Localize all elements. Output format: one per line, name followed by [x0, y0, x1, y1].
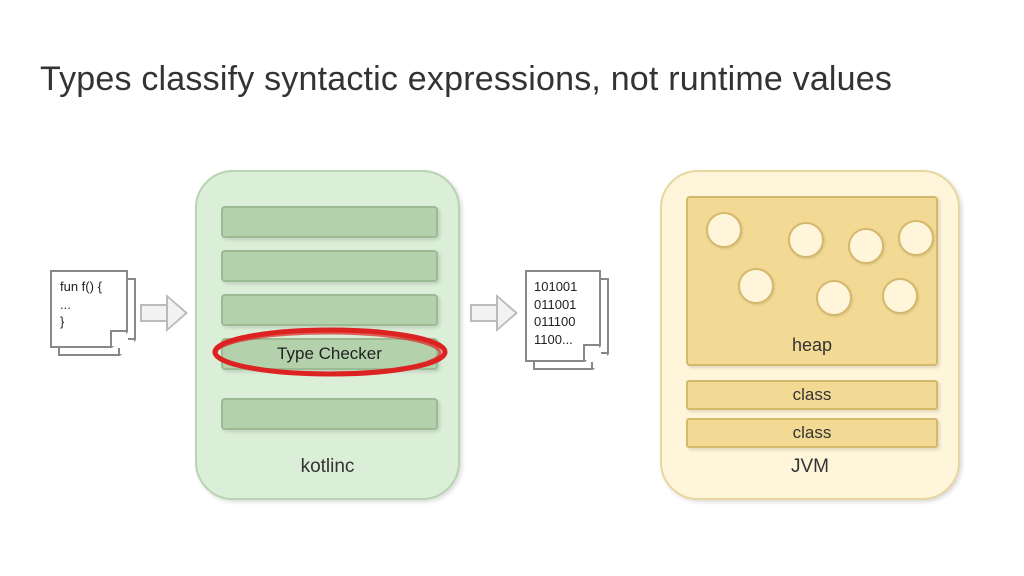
bytecode-file: 101001 011001 011100 1100... [525, 270, 615, 370]
class-box: class [686, 380, 938, 410]
arrow-icon [140, 298, 188, 328]
heap-object-icon [882, 278, 918, 314]
kotlinc-label: kotlinc [197, 456, 458, 478]
heap-object-icon [816, 280, 852, 316]
heap-object-icon [898, 220, 934, 256]
bytecode-file-front: 101001 011001 011100 1100... [525, 270, 601, 362]
slide-title: Types classify syntactic expressions, no… [40, 60, 984, 99]
source-line: fun f() { [60, 278, 118, 296]
heap-label: heap [688, 335, 936, 356]
compiler-stage [221, 250, 438, 282]
source-file: fun f() { ... } [50, 270, 140, 360]
heap-object-icon [848, 228, 884, 264]
heap-box: heap [686, 196, 938, 366]
bytecode-line: 011100 [534, 313, 592, 331]
compiler-stage [221, 294, 438, 326]
class-box: class [686, 418, 938, 448]
compiler-stage [221, 206, 438, 238]
bytecode-line: 101001 [534, 278, 592, 296]
heap-object-icon [788, 222, 824, 258]
heap-object-icon [738, 268, 774, 304]
kotlinc-container: Type Checker kotlinc [195, 170, 460, 500]
bytecode-line: 011001 [534, 296, 592, 314]
source-file-front: fun f() { ... } [50, 270, 128, 348]
diagram: fun f() { ... } Type Checker kotlinc 101… [0, 170, 1024, 510]
jvm-label: JVM [662, 456, 958, 478]
source-line: } [60, 313, 118, 331]
compiler-stage [221, 398, 438, 430]
source-line: ... [60, 296, 118, 314]
heap-object-icon [706, 212, 742, 248]
arrow-icon [470, 298, 518, 328]
type-checker-stage: Type Checker [221, 338, 438, 370]
jvm-container: heap class class JVM [660, 170, 960, 500]
